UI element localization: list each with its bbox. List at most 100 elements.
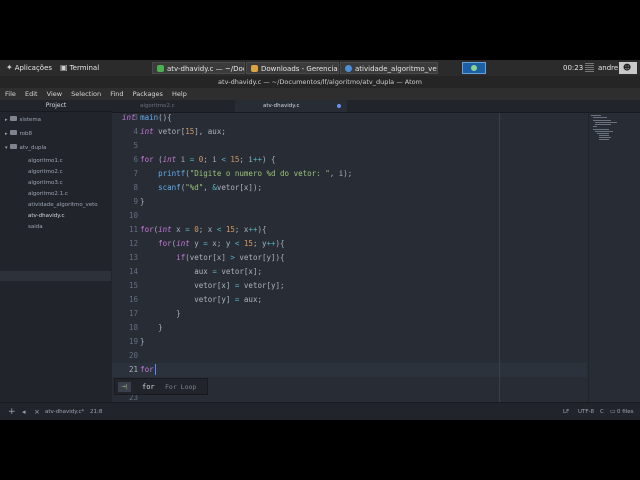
folder-icon (9, 130, 17, 135)
code-line[interactable]: if(vetor[x] > vetor[y]){ (122, 251, 285, 265)
code-line[interactable]: for (int i = 0; i < 15; i++) { (122, 153, 275, 167)
autocomplete-word[interactable]: for (142, 382, 155, 392)
code-line[interactable]: scanf("%d", &vetor[x]); (122, 181, 262, 195)
chevron-down-icon: ▾ (5, 145, 8, 151)
code-line[interactable]: } (122, 321, 163, 335)
menu-help[interactable]: Help (172, 90, 187, 98)
code-token: x; y (207, 239, 235, 248)
task-file-manager[interactable]: Downloads - Gerenciado... (246, 62, 339, 74)
code-token: "%d" (185, 183, 204, 192)
code-line[interactable]: vetor[x] = vetor[y]; (122, 279, 284, 293)
code-line[interactable]: for (122, 363, 154, 377)
chevron-right-icon: ▸ (5, 117, 8, 123)
tree-view-header[interactable]: Project (0, 100, 112, 112)
user-name[interactable]: andre (598, 62, 618, 74)
tree-file-item[interactable]: algoritmo2.1.c (28, 189, 68, 199)
code-token: ++ (252, 155, 262, 164)
code-line[interactable]: int main(){ (122, 111, 172, 125)
code-editor[interactable]: 34567891011121314151617181920212223 int … (112, 113, 587, 402)
tree-view: Project ▸ sistema ▸ rob8 ▾ atv_dupla algori… (0, 100, 113, 402)
tree-file-item-active[interactable]: atv-dhavidy.c (28, 211, 64, 221)
tree-file-item[interactable]: algoritmo2.c (28, 167, 63, 177)
code-token: vetor[x]); (216, 183, 262, 192)
code-token: vetor[x] (122, 281, 235, 290)
terminal-launcher[interactable]: ▣ Terminal (60, 62, 99, 74)
task-browser[interactable]: atividade_algoritmo_vet... (340, 62, 438, 74)
file-icon: ▭ (610, 408, 616, 415)
menu-find[interactable]: Find (110, 90, 123, 98)
status-file-name[interactable]: atv-dhavidy.c* (45, 403, 84, 420)
code-token: for (140, 155, 154, 164)
code-line[interactable]: aux = vetor[x]; (122, 265, 262, 279)
tree-file-item[interactable]: atividade_algoritmo_veto (28, 200, 110, 210)
code-token: , i); (329, 169, 353, 178)
code-token: int (158, 225, 172, 234)
user-avatar[interactable]: ☻ (619, 62, 637, 74)
browser-icon (345, 65, 352, 72)
menu-bar: File Edit View Selection Find Packages H… (0, 88, 640, 100)
workspace-switcher[interactable] (462, 62, 486, 74)
add-icon[interactable]: + (8, 403, 16, 420)
menu-view[interactable]: View (47, 90, 62, 98)
code-line[interactable]: } (122, 195, 145, 209)
tab-atv-dhavidy[interactable]: atv-dhavidy.c (235, 100, 347, 112)
code-line[interactable]: printf("Digite o numero %d do vetor: ", … (122, 167, 352, 181)
tree-file-item[interactable]: algoritmo3.c (28, 178, 63, 188)
line-ending[interactable]: LF (563, 403, 569, 420)
menu-selection[interactable]: Selection (71, 90, 101, 98)
task-atom[interactable]: atv-dhavidy.c — ~/Docu... (152, 62, 245, 74)
git-files-count[interactable]: 0 files (617, 403, 634, 420)
code-token: } (122, 323, 163, 332)
code-line[interactable]: int vetor[15], aux; (122, 125, 226, 139)
code-token: 15 (185, 127, 195, 136)
tree-folder-rob8[interactable]: ▸ rob8 (5, 129, 32, 139)
code-line[interactable]: } (122, 335, 145, 349)
menu-file[interactable]: File (5, 90, 16, 98)
chevron-right-icon: ▸ (5, 131, 8, 137)
code-line[interactable]: for(int x = 0; x < 15; x++){ (122, 223, 267, 237)
menu-packages[interactable]: Packages (133, 90, 163, 98)
code-token: for (140, 225, 154, 234)
minimap[interactable] (588, 113, 640, 402)
code-token: vetor[x]; (216, 267, 262, 276)
tree-file-item[interactable]: algoritmo1.c (28, 156, 63, 166)
tree-folder-sistema[interactable]: ▸ sistema (5, 115, 41, 125)
code-token: ; x (234, 225, 249, 234)
code-token: vetor[y]){ (234, 253, 285, 262)
tree-folder-atv-dupla[interactable]: ▾ atv_dupla (5, 143, 46, 153)
menu-edit[interactable]: Edit (25, 90, 38, 98)
code-token: } (122, 197, 145, 206)
code-token: ], aux; (194, 127, 226, 136)
file-encoding[interactable]: UTF-8 (578, 403, 594, 420)
code-token: aux; (239, 295, 262, 304)
code-token: int (162, 155, 177, 164)
triangle-icon[interactable]: ◂ (22, 403, 26, 420)
text-cursor (155, 364, 156, 375)
grammar[interactable]: C (600, 403, 604, 420)
autocomplete-description: For Loop (165, 383, 197, 391)
code-line[interactable]: } (122, 307, 181, 321)
code-token: int (122, 113, 136, 122)
code-token: for (158, 239, 172, 248)
code-line[interactable]: for(int y = x; y < 15; y++){ (122, 237, 284, 251)
code-token: ){ (257, 225, 267, 234)
close-icon[interactable]: × (34, 403, 40, 420)
code-token: y (189, 239, 204, 248)
folder-icon (251, 65, 258, 72)
code-token: ++ (266, 239, 276, 248)
code-token: main (140, 113, 159, 122)
desktop-screen: ✦ Aplicações ▣ Terminal atv-dhavidy.c — ~/… (0, 60, 640, 420)
tab-bar: algoritmo2.c atv-dhavidy.c (112, 100, 640, 113)
modified-indicator-icon[interactable] (337, 104, 341, 108)
autocomplete-popup[interactable]: →| for For Loop (114, 378, 208, 395)
tree-file-item[interactable]: saida (28, 222, 43, 232)
taskbar: ✦ Aplicações ▣ Terminal atv-dhavidy.c — ~/… (0, 60, 640, 77)
code-line[interactable]: vetor[y] = aux; (122, 293, 262, 307)
cursor-position[interactable]: 21:8 (90, 403, 102, 420)
system-monitor-icon (585, 62, 597, 74)
code-token: vetor[y] (122, 295, 235, 304)
apps-menu[interactable]: ✦ Aplicações (6, 62, 52, 74)
